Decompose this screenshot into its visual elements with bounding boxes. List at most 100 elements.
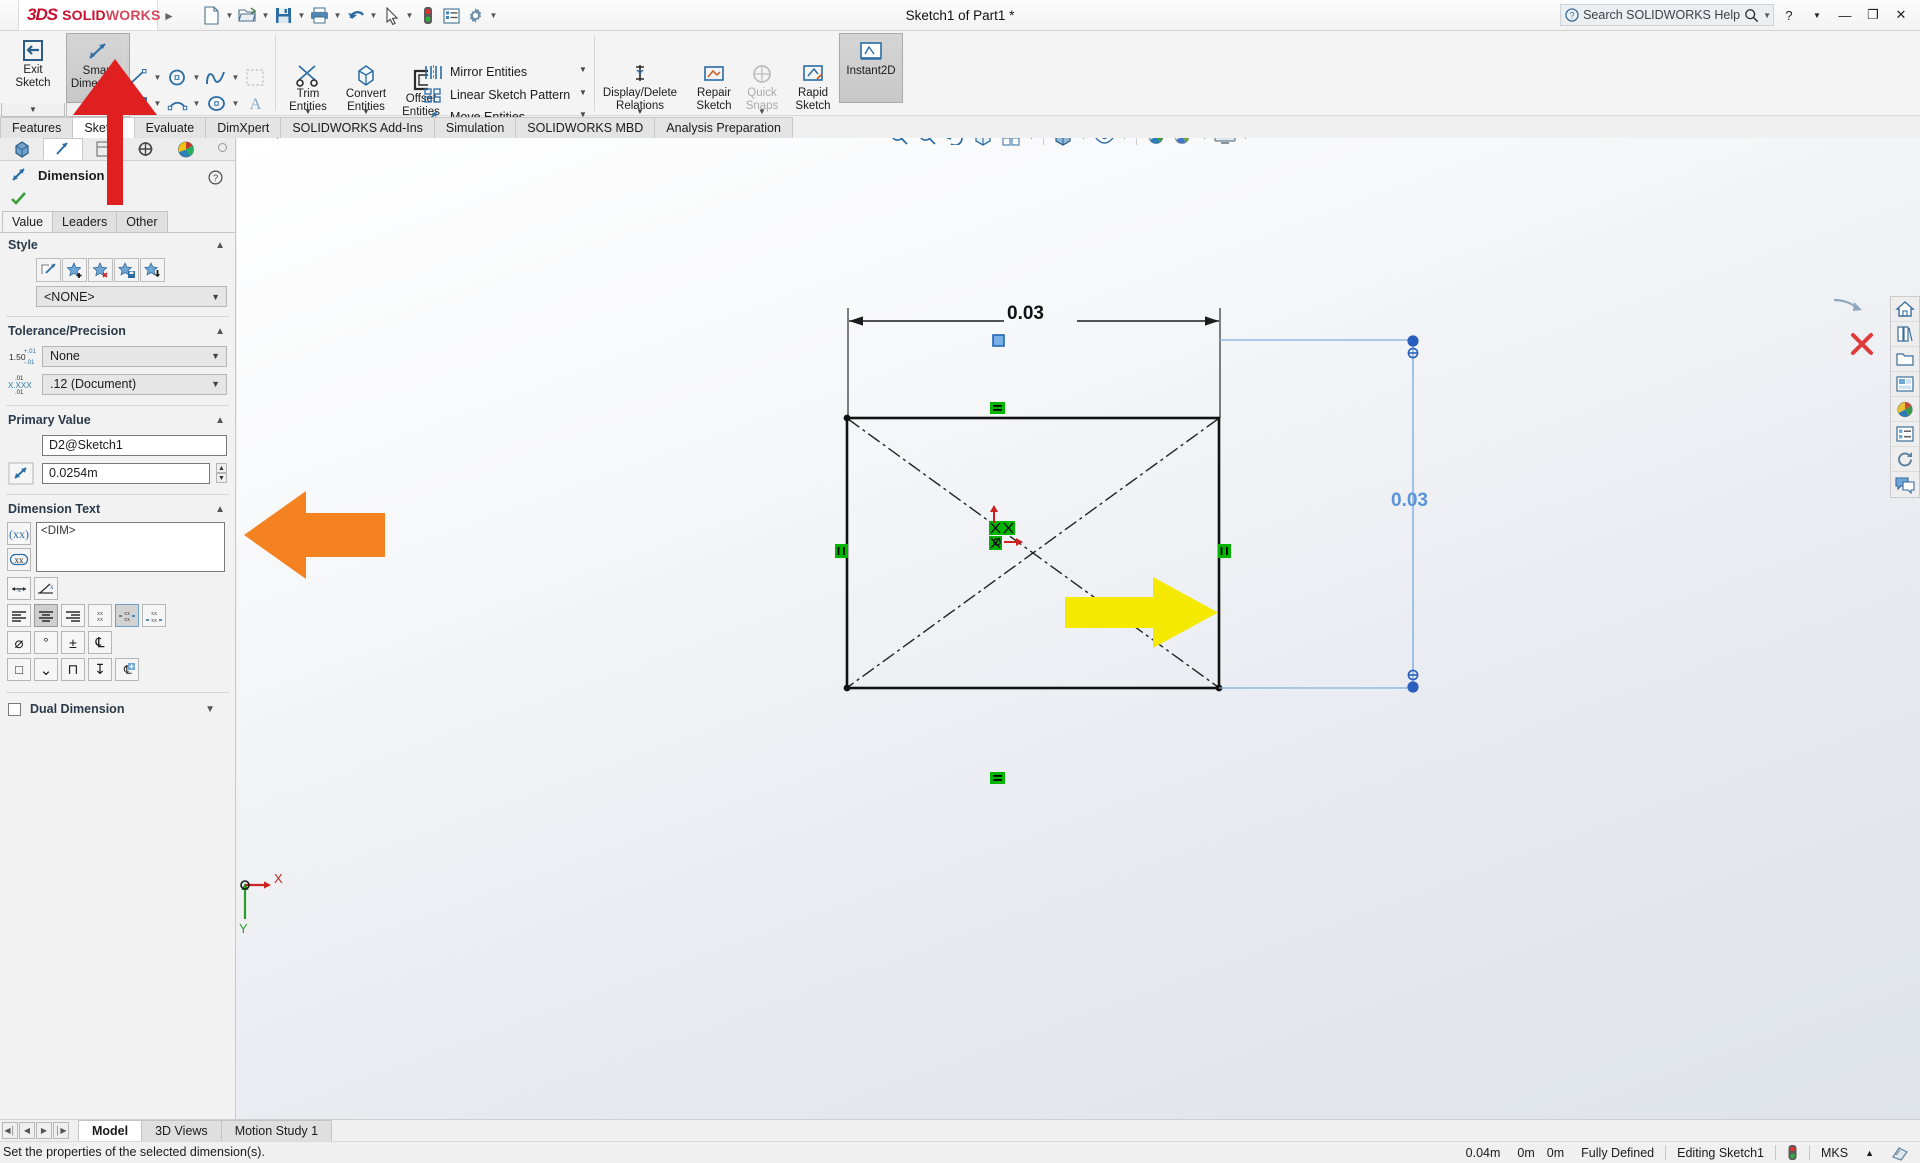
text-tool-icon[interactable]: A — [242, 91, 268, 116]
spline-tool-caret-icon[interactable]: ▼ — [229, 65, 242, 90]
print-caret-icon[interactable]: ▼ — [332, 3, 343, 28]
tab-evaluate[interactable]: Evaluate — [134, 117, 207, 138]
tab-simulation[interactable]: Simulation — [434, 117, 516, 138]
help-caret-icon[interactable]: ▼ — [1804, 3, 1830, 27]
instant2d-button[interactable]: Instant2D — [839, 33, 903, 103]
dimension-text-section-header[interactable]: Dimension Text ▲ — [0, 497, 235, 520]
accept-check-icon[interactable] — [10, 191, 27, 209]
star-load-icon[interactable] — [140, 258, 165, 282]
precision-select[interactable]: .12 (Document) ▼ — [42, 374, 227, 395]
ellipse-tool-caret-icon[interactable]: ▼ — [229, 91, 242, 116]
dimension-text-collapse-chevron-icon[interactable]: ▲ — [215, 504, 225, 515]
style-chevron-down-icon[interactable]: ▼ — [211, 292, 224, 302]
style-select[interactable]: <NONE> ▼ — [36, 286, 227, 307]
align-right-button[interactable] — [61, 604, 85, 627]
smart-dimension-button[interactable]: Smart Dimension — [66, 33, 130, 103]
options-caret-icon[interactable]: ▼ — [488, 3, 499, 28]
dual-dimension-checkbox[interactable] — [8, 703, 21, 716]
new-file-caret-icon[interactable]: ▼ — [224, 3, 235, 28]
tolerance-type-select[interactable]: None ▼ — [42, 346, 227, 367]
configuration-manager-tab[interactable] — [84, 138, 124, 160]
spline-tool-icon[interactable] — [203, 65, 229, 90]
smart-dimension-caret-icon[interactable]: ▼ — [66, 103, 130, 117]
arc-tool-icon[interactable] — [164, 91, 190, 116]
tolerance-type-chevron-down-icon[interactable]: ▼ — [211, 351, 224, 361]
dimension-arrow-icon[interactable] — [6, 462, 36, 484]
gear-icon[interactable] — [464, 3, 487, 28]
horizontal-dimension-label[interactable]: 0.03 — [1007, 303, 1044, 325]
linear-pattern-caret-icon[interactable]: ▼ — [572, 85, 594, 99]
help-button[interactable]: ? — [1776, 3, 1802, 27]
first-tab-icon[interactable]: ◀│ — [2, 1122, 18, 1139]
status-overlay-icon[interactable] — [1880, 1142, 1920, 1163]
primary-value-section-header[interactable]: Primary Value ▲ — [0, 408, 235, 431]
restore-button[interactable]: ❐ — [1860, 3, 1886, 27]
status-units-caret-icon[interactable]: ▲ — [1859, 1142, 1880, 1163]
arc-tool-caret-icon[interactable]: ▼ — [190, 91, 203, 116]
centerline-symbol-button[interactable]: ℄ — [88, 631, 112, 654]
pm-tab-leaders[interactable]: Leaders — [52, 211, 117, 232]
line-tool-caret-icon[interactable]: ▼ — [151, 65, 164, 90]
dual-dimension-chevron-icon[interactable]: ▼ — [205, 704, 225, 715]
pm-tab-value[interactable]: Value — [2, 211, 53, 232]
dimension-name-input[interactable]: D2@Sketch1 — [42, 435, 227, 456]
panel-pin-icon[interactable] — [218, 143, 227, 152]
text-above-button[interactable]: xxxx — [88, 604, 112, 627]
repair-sketch-button[interactable]: Repair Sketch — [688, 61, 740, 112]
undo-caret-icon[interactable]: ▼ — [368, 3, 379, 28]
minimize-button[interactable]: — — [1832, 3, 1858, 27]
circle-tool-caret-icon[interactable]: ▼ — [190, 65, 203, 90]
style-apply-icon[interactable] — [36, 258, 61, 282]
bottom-tab-motion-study[interactable]: Motion Study 1 — [221, 1120, 332, 1141]
prev-tab-icon[interactable]: ◀ — [19, 1122, 35, 1139]
linear-sketch-pattern-button[interactable]: Linear Sketch Pattern — [424, 85, 570, 105]
dual-dimension-row[interactable]: Dual Dimension ▼ — [0, 695, 235, 716]
status-rebuild-icon[interactable] — [1776, 1142, 1809, 1163]
ellipse-tool-icon[interactable] — [203, 91, 229, 116]
primary-value-collapse-chevron-icon[interactable]: ▲ — [215, 415, 225, 426]
property-manager-help-icon[interactable]: ? — [208, 170, 223, 185]
rectangle-tool-caret-icon[interactable]: ▼ — [151, 91, 164, 116]
tab-analysis-preparation[interactable]: Analysis Preparation — [654, 117, 793, 138]
save-caret-icon[interactable]: ▼ — [296, 3, 307, 28]
text-inline-button[interactable]: xxxx — [115, 604, 139, 627]
style-collapse-chevron-icon[interactable]: ▲ — [215, 240, 225, 251]
exit-sketch-button[interactable]: Exit Sketch — [1, 33, 65, 103]
rectangle-tool-icon[interactable] — [125, 91, 151, 116]
star-save-icon[interactable] — [114, 258, 139, 282]
style-section-header[interactable]: Style ▲ — [0, 233, 235, 256]
tab-features[interactable]: Features — [0, 117, 73, 138]
primary-value-input[interactable]: 0.0254m — [42, 463, 210, 484]
line-tool-icon[interactable] — [125, 65, 151, 90]
text-below-button[interactable]: xxxx — [142, 604, 166, 627]
property-manager-tab[interactable] — [43, 138, 83, 160]
cursor-arrow-icon[interactable] — [380, 3, 403, 28]
search-input[interactable]: ? Search SOLIDWORKS Help ▼ — [1560, 4, 1774, 26]
printer-icon[interactable] — [308, 3, 331, 28]
tab-dimxpert[interactable]: DimXpert — [205, 117, 281, 138]
pm-tab-other[interactable]: Other — [116, 211, 167, 232]
add-inspection-icon[interactable]: xx — [7, 548, 31, 571]
last-tab-icon[interactable]: │▶ — [53, 1122, 69, 1139]
select-caret-icon[interactable]: ▼ — [404, 3, 415, 28]
solidworks-logo[interactable]: 3DS SOLIDWORKS — [18, 0, 158, 31]
precision-chevron-down-icon[interactable]: ▼ — [211, 379, 224, 389]
display-manager-tab[interactable] — [166, 138, 206, 160]
open-folder-icon[interactable] — [236, 3, 259, 28]
tab-sketch[interactable]: Sketch — [72, 117, 134, 138]
bottom-tab-3d-views[interactable]: 3D Views — [141, 1120, 222, 1141]
more-symbols-button[interactable]: ℄ — [115, 658, 139, 681]
mirror-entities-caret-icon[interactable]: ▼ — [572, 62, 594, 76]
open-file-caret-icon[interactable]: ▼ — [260, 3, 271, 28]
add-parenthesis-icon[interactable]: (xx) — [7, 522, 31, 545]
star-delete-icon[interactable] — [88, 258, 113, 282]
tolerance-section-header[interactable]: Tolerance/Precision ▲ — [0, 319, 235, 342]
vertical-dimension-label[interactable]: 0.03 — [1391, 490, 1428, 512]
degree-symbol-button[interactable]: ° — [34, 631, 58, 654]
angle-text-icon[interactable]: x — [34, 577, 58, 600]
depth-symbol-button[interactable]: ↧ — [88, 658, 112, 681]
circle-tool-icon[interactable] — [164, 65, 190, 90]
feature-manager-tab[interactable] — [2, 138, 42, 160]
stepper-up-icon[interactable]: ▲ — [216, 463, 227, 473]
list-icon[interactable] — [440, 3, 463, 28]
